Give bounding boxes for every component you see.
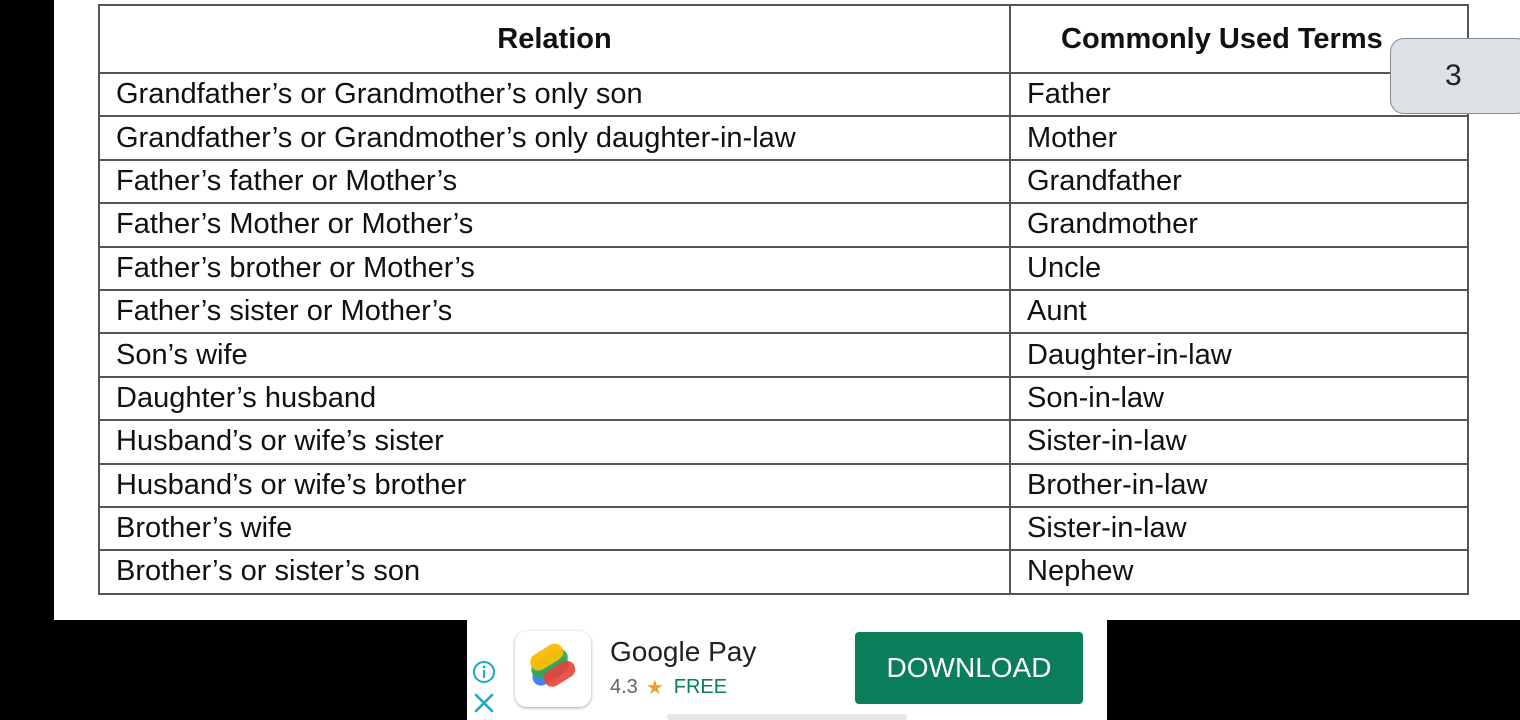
- table-row: Husband’s or wife’s brother Brother-in-la…: [98, 462, 1469, 508]
- relation-cell: Father’s father or Mother’s: [98, 158, 1011, 205]
- table-row: Brother’s wife Sister-in-law: [98, 505, 1469, 552]
- download-button[interactable]: DOWNLOAD: [855, 632, 1083, 704]
- close-icon[interactable]: [473, 692, 495, 714]
- table-row: Father’s brother or Mother’s Uncle: [98, 245, 1469, 291]
- relation-cell: Brother’s wife: [98, 505, 1011, 552]
- table-row: Father’s sister or Mother’s Aunt: [98, 288, 1469, 335]
- app-price: FREE: [673, 676, 728, 698]
- term-cell: Sister-in-law: [1009, 419, 1469, 465]
- term-cell: Nephew: [1009, 549, 1469, 595]
- document-page: Relation Commonly Used Terms Grandfather…: [54, 0, 1520, 620]
- ad-banner[interactable]: Google Pay 4.3 ★ FREE DOWNLOAD: [467, 620, 1107, 720]
- relation-cell: Husband’s or wife’s sister: [98, 419, 1011, 465]
- relation-terms-table: Relation Commonly Used Terms Grandfather…: [98, 4, 1469, 595]
- relation-cell: Daughter’s husband: [98, 375, 1011, 422]
- info-icon[interactable]: [472, 660, 496, 684]
- table-row: Grandfather’s or Grandmother’s only son F…: [98, 71, 1469, 118]
- term-cell: Son-in-law: [1009, 375, 1469, 422]
- table-row: Husband’s or wife’s sister Sister-in-law: [98, 419, 1469, 465]
- relation-cell: Father’s brother or Mother’s: [98, 245, 1011, 291]
- app-meta: 4.3 ★ FREE: [610, 675, 727, 700]
- page-number: 3: [1445, 59, 1462, 92]
- app-name[interactable]: Google Pay: [610, 636, 756, 668]
- star-icon: ★: [645, 677, 664, 699]
- column-header-relation: Relation: [98, 4, 1011, 74]
- table-header-row: Relation Commonly Used Terms: [98, 4, 1469, 74]
- term-cell: Sister-in-law: [1009, 505, 1469, 552]
- term-cell: Mother: [1009, 115, 1469, 161]
- google-pay-logo-icon: [530, 643, 576, 687]
- table-row: Father’s Mother or Mother’s Grandmother: [98, 202, 1469, 248]
- relation-cell: Brother’s or sister’s son: [98, 549, 1011, 595]
- google-pay-app-icon[interactable]: [515, 631, 591, 707]
- relation-cell: Father’s sister or Mother’s: [98, 288, 1011, 335]
- term-cell: Uncle: [1009, 245, 1469, 291]
- table-row: Son’s wife Daughter-in-law: [98, 332, 1469, 378]
- relation-cell: Husband’s or wife’s brother: [98, 462, 1011, 508]
- relation-cell: Son’s wife: [98, 332, 1011, 378]
- term-cell: Grandmother: [1009, 202, 1469, 248]
- table-row: Father’s father or Mother’s Grandfather: [98, 158, 1469, 205]
- table-row: Brother’s or sister’s son Nephew: [98, 549, 1469, 595]
- table-row: Daughter’s husband Son-in-law: [98, 375, 1469, 422]
- table-row: Grandfather’s or Grandmother’s only daug…: [98, 115, 1469, 161]
- term-cell: Aunt: [1009, 288, 1469, 335]
- app-rating: 4.3: [610, 676, 638, 698]
- relation-cell: Grandfather’s or Grandmother’s only daug…: [98, 115, 1011, 161]
- term-cell: Grandfather: [1009, 158, 1469, 205]
- relation-cell: Grandfather’s or Grandmother’s only son: [98, 71, 1011, 118]
- relation-cell: Father’s Mother or Mother’s: [98, 202, 1011, 248]
- ad-timer-bar: [667, 714, 907, 720]
- term-cell: Brother-in-law: [1009, 462, 1469, 508]
- term-cell: Daughter-in-law: [1009, 332, 1469, 378]
- page-number-badge[interactable]: 3: [1390, 38, 1520, 114]
